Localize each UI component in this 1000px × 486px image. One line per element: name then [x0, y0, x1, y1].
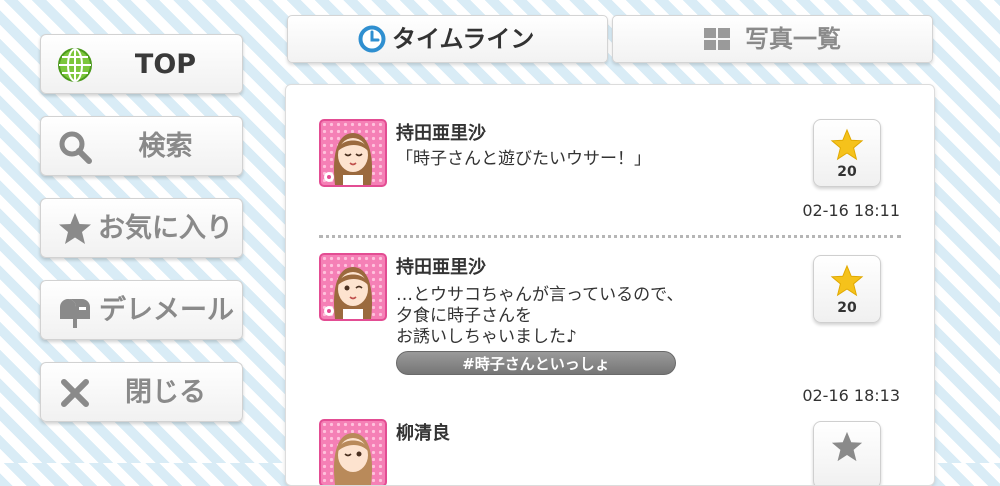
close-button[interactable]: 閉じる: [40, 362, 243, 422]
post-author[interactable]: 持田亜里沙: [396, 119, 486, 145]
tab-timeline[interactable]: タイムライン: [287, 15, 608, 63]
favorites-button[interactable]: お気に入り: [40, 198, 243, 258]
post-timestamp: 02-16 18:11: [802, 201, 900, 220]
hashtag-chip[interactable]: #時子さんといっしょ: [396, 351, 676, 375]
top-button[interactable]: TOP: [40, 34, 243, 94]
avatar[interactable]: [319, 119, 387, 187]
globe-icon: [58, 48, 92, 82]
tab-photos[interactable]: 写真一覧: [612, 15, 933, 63]
post-divider: [319, 235, 901, 238]
timeline-panel[interactable]: 持田亜里沙 「時子さんと遊びたいウサー！」 20 02-16 18:11 持田亜…: [285, 84, 935, 486]
star-icon: [830, 264, 864, 297]
tab-timeline-label: タイムライン: [392, 25, 535, 53]
character-portrait-icon: [333, 433, 373, 485]
post-message: …とウサコちゃんが言っているので、 夕食に時子さんを お誘いしちゃいました♪: [396, 285, 684, 347]
grid-icon: [704, 28, 730, 50]
post-message: 「時子さんと遊びたいウサー！」: [396, 149, 651, 169]
avatar[interactable]: [319, 253, 387, 321]
post-author[interactable]: 持田亜里沙: [396, 253, 486, 279]
dere-mail-button[interactable]: デレメール: [40, 280, 243, 340]
star-icon: [831, 431, 863, 462]
top-label: TOP: [134, 49, 197, 80]
star-icon: [830, 128, 864, 161]
search-button[interactable]: 検索: [40, 116, 243, 176]
avatar[interactable]: [319, 419, 387, 485]
like-button[interactable]: 20: [813, 119, 881, 187]
like-button[interactable]: [813, 421, 881, 485]
dere-mail-label: デレメール: [99, 295, 234, 326]
close-label: 閉じる: [125, 377, 206, 408]
post-timestamp: 02-16 18:13: [802, 386, 900, 405]
like-button[interactable]: 20: [813, 255, 881, 323]
like-count: 20: [837, 300, 857, 316]
search-label: 検索: [138, 131, 193, 162]
search-icon: [59, 131, 92, 164]
clock-icon: [358, 25, 386, 53]
tab-photos-label: 写真一覧: [745, 25, 841, 53]
star-icon: [59, 213, 91, 244]
like-count: 20: [837, 164, 857, 180]
character-portrait-icon: [324, 267, 373, 319]
post-author[interactable]: 柳清良: [396, 419, 450, 445]
mailbox-icon: [60, 299, 90, 328]
character-portrait-icon: [324, 133, 373, 185]
close-icon: [61, 379, 89, 407]
favorites-label: お気に入り: [98, 213, 233, 244]
